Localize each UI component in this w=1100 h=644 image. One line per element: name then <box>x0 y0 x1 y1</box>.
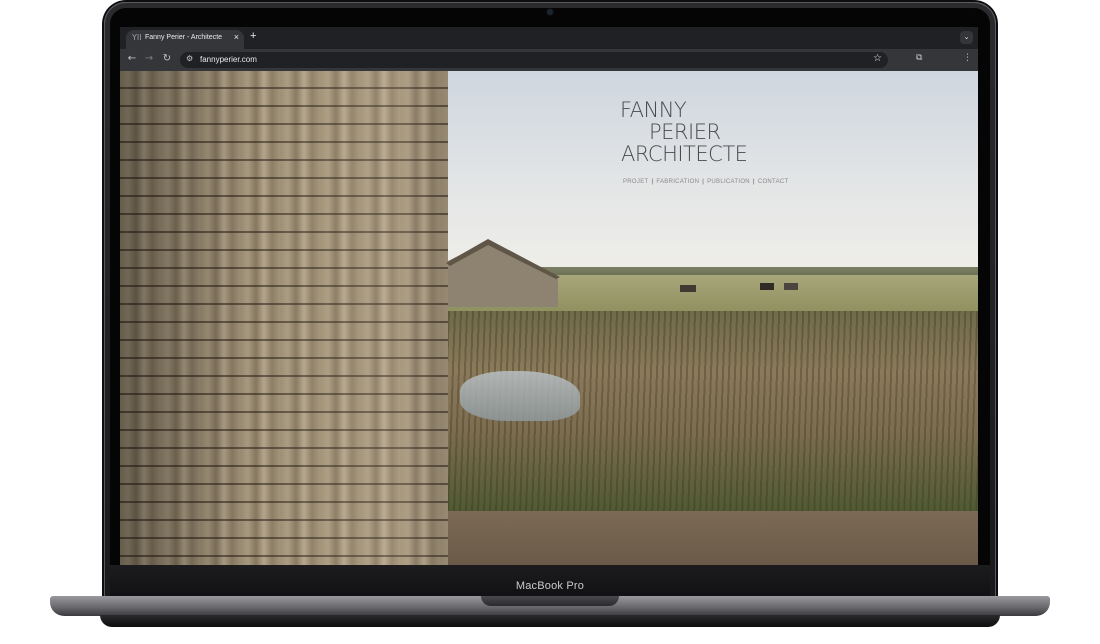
reload-icon[interactable]: ↻ <box>161 53 173 64</box>
lid-opening-notch <box>481 596 619 606</box>
logo-line: ARCHITECTE <box>621 142 748 166</box>
webcam-icon <box>547 9 553 15</box>
horse-figure <box>784 283 798 290</box>
site-favicon-icon: YII <box>132 33 142 42</box>
forward-arrow-icon[interactable]: → <box>143 53 155 64</box>
bookmark-star-icon[interactable]: ☆ <box>873 53 882 64</box>
back-arrow-icon[interactable]: ← <box>126 53 138 64</box>
tab-search-chevron-icon[interactable]: ⌄ <box>960 31 973 44</box>
tab-strip: YII Fanny Perier - Architecte × + ⌄ <box>120 27 978 49</box>
menu-item-contact[interactable]: CONTACT <box>758 179 789 185</box>
menu-item-publication[interactable]: PUBLICATION <box>707 179 750 185</box>
horse-figure <box>680 285 696 292</box>
main-menu: PROJET | FABRICATION | PUBLICATION | CONTACT <box>623 179 788 185</box>
browser-window: YII Fanny Perier - Architecte × + ⌄ ← → … <box>120 27 978 565</box>
menu-item-projet[interactable]: PROJET <box>623 179 648 185</box>
horse-figure <box>760 283 774 290</box>
new-tab-icon[interactable]: + <box>250 30 256 42</box>
dirt-path-photo <box>448 511 978 565</box>
browser-menu-icon[interactable]: ⋮ <box>963 53 972 63</box>
laptop-base-shadow <box>100 615 1000 627</box>
tab-title: Fanny Perier - Architecte <box>145 34 223 41</box>
menu-separator: | <box>702 179 705 185</box>
webpage-viewport: FANNY PERIER ARCHITECTE PROJET | FABRICATI… <box>120 71 978 565</box>
tab-fanny-perier[interactable]: YII Fanny Perier - Architecte × <box>126 30 244 49</box>
extensions-puzzle-icon[interactable]: ⧉ <box>916 53 922 63</box>
device-label: MacBook Pro <box>515 580 585 592</box>
logo-line: PERIER <box>649 120 721 144</box>
browser-toolbar: ← → ↻ ⚙ fannyperier.com ☆ ⧉ ⋮ <box>120 49 978 71</box>
site-logo[interactable]: FANNY PERIER ARCHITECTE <box>620 99 780 165</box>
pond-photo <box>460 371 580 421</box>
site-info-icon[interactable]: ⚙ <box>186 54 193 63</box>
close-tab-icon[interactable]: × <box>234 32 239 42</box>
logo-line: FANNY <box>620 98 687 122</box>
laptop-mockup: YII Fanny Perier - Architecte × + ⌄ ← → … <box>0 0 1100 644</box>
address-bar[interactable]: ⚙ fannyperier.com ☆ <box>180 52 888 68</box>
menu-separator: | <box>752 179 755 185</box>
address-url[interactable]: fannyperier.com <box>200 55 257 64</box>
menu-item-fabrication[interactable]: FABRICATION <box>656 179 699 185</box>
